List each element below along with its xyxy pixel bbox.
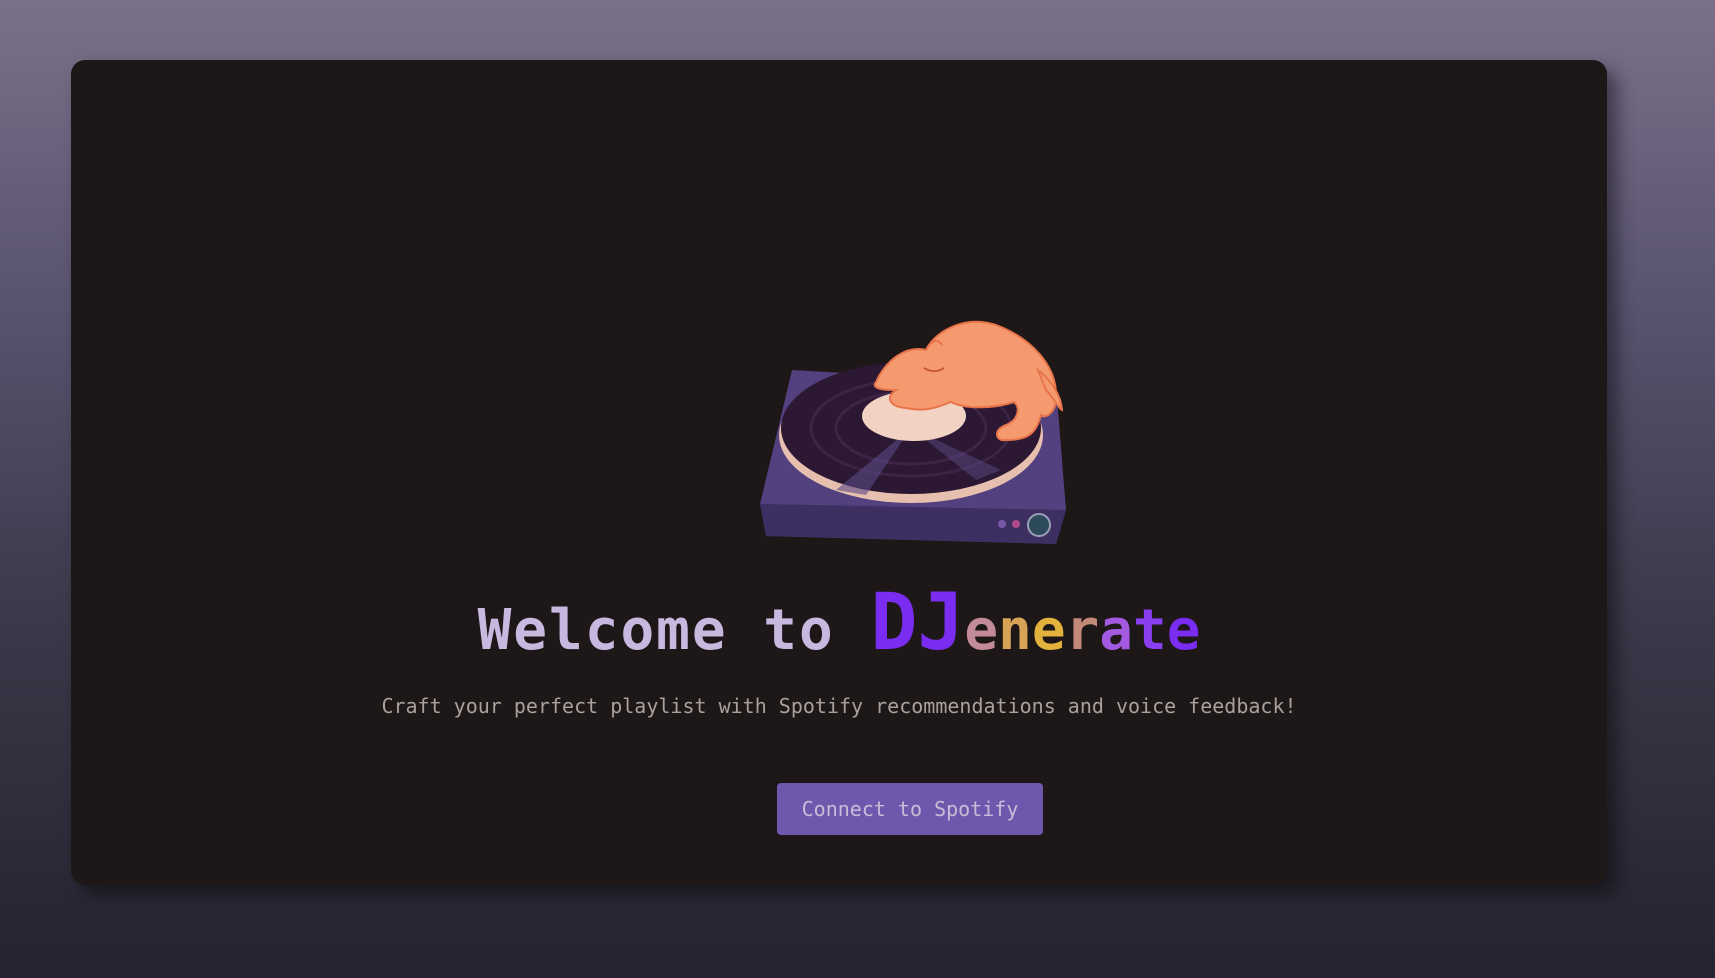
welcome-text: Welcome to	[477, 598, 871, 663]
brand-letter: e	[964, 598, 999, 663]
connect-spotify-button[interactable]: Connect to Spotify	[777, 783, 1043, 835]
brand-letter: n	[998, 598, 1032, 663]
brand-dj: DJ	[870, 578, 965, 668]
cat-on-turntable-icon	[760, 320, 1066, 544]
page-title: Welcome to DJenerate	[71, 584, 1607, 662]
subtitle: Craft your perfect playlist with Spotify…	[381, 694, 1297, 718]
brand-rest: enerate	[964, 603, 1200, 659]
brand-letter: r	[1065, 598, 1100, 663]
brand-letter: a	[1099, 598, 1133, 663]
brand-letter: e	[1166, 598, 1201, 663]
welcome-card: Welcome to DJenerate Craft your perfect …	[71, 60, 1607, 885]
brand-letter: t	[1132, 598, 1167, 663]
brand-letter: e	[1031, 598, 1066, 663]
